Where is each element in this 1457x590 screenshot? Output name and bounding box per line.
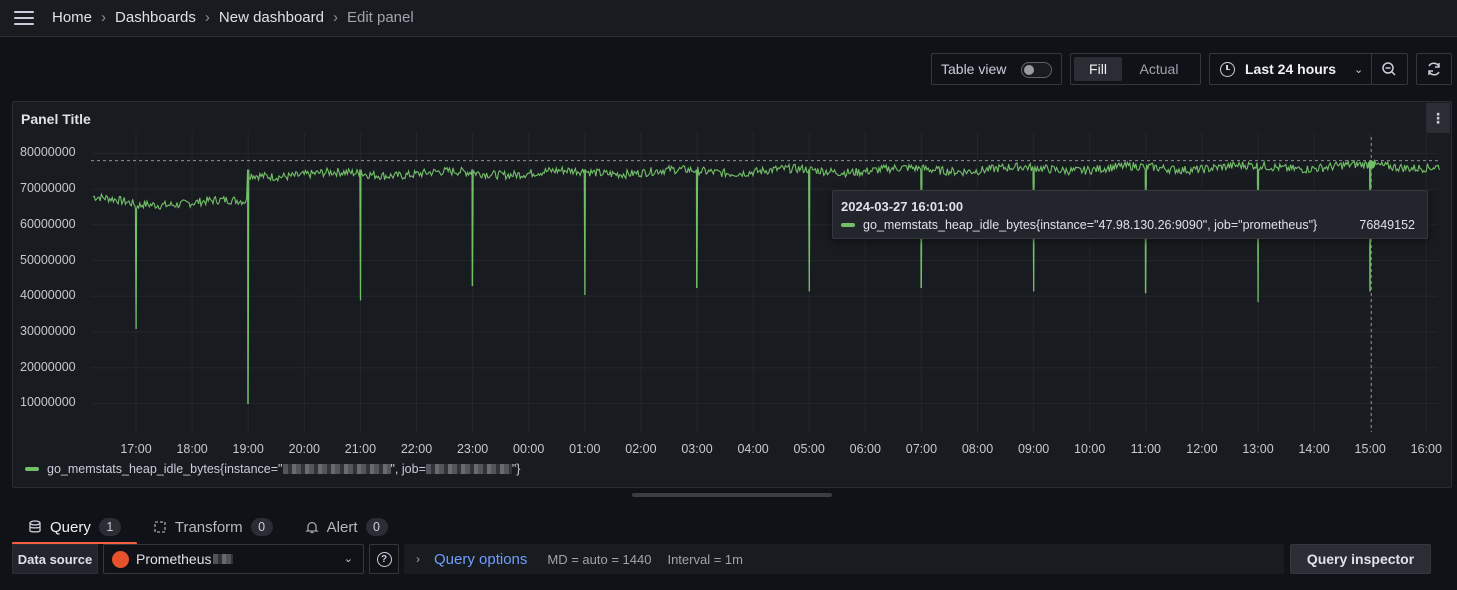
chevron-right-icon: ›: [101, 9, 107, 26]
legend-middle: ", job=: [390, 462, 426, 476]
tooltip-row: go_memstats_heap_idle_bytes{instance="47…: [841, 218, 1415, 232]
tab-alert-label: Alert: [326, 518, 358, 536]
query-options-md: MD = auto = 1440: [547, 551, 652, 567]
resize-splitter[interactable]: [632, 493, 832, 497]
redacted-datasource: [213, 554, 234, 564]
chevron-right-icon[interactable]: ›: [416, 552, 420, 566]
chevron-down-icon: ⌄: [343, 553, 353, 565]
table-view-toggle[interactable]: Table view: [931, 53, 1062, 85]
breadcrumb-home[interactable]: Home: [52, 9, 92, 26]
tab-query[interactable]: Query 1: [12, 512, 137, 545]
tab-transform-label: Transform: [174, 518, 243, 536]
tooltip-time: 2024-03-27 16:01:00: [841, 199, 964, 214]
legend-prefix: go_memstats_heap_idle_bytes{instance=": [47, 462, 283, 476]
chart-tooltip: 2024-03-27 16:01:00 go_memstats_heap_idl…: [832, 190, 1428, 239]
redacted-instance: [282, 464, 391, 474]
time-range-picker[interactable]: Last 24 hours ⌄: [1209, 53, 1372, 85]
help-button[interactable]: ?: [369, 544, 399, 574]
tab-transform[interactable]: Transform 0: [137, 512, 289, 542]
data-source-label: Data source: [12, 544, 98, 574]
table-view-label: Table view: [941, 61, 1007, 77]
fill-button[interactable]: Fill: [1074, 57, 1122, 81]
query-bar: Data source Prometheus ⌄ ? › Query optio…: [12, 544, 1452, 590]
query-options-interval: Interval = 1m: [667, 551, 743, 567]
query-inspector-button[interactable]: Query inspector: [1290, 544, 1431, 574]
query-options-row[interactable]: › Query options MD = auto = 1440 Interva…: [404, 544, 1284, 574]
data-source-value: Prometheus: [136, 551, 212, 567]
chevron-down-icon: ⌄: [1354, 63, 1364, 76]
chevron-right-icon: ›: [332, 9, 338, 26]
tab-alert-count: 0: [365, 518, 388, 536]
tab-alert[interactable]: Alert 0: [289, 512, 404, 542]
fill-actual-radio-group: Fill Actual: [1070, 53, 1201, 85]
tooltip-value: 76849152: [1359, 218, 1415, 232]
tab-transform-count: 0: [250, 518, 273, 536]
tab-query-count: 1: [98, 518, 121, 536]
zoom-out-button[interactable]: [1371, 53, 1408, 85]
menu-icon[interactable]: [14, 11, 34, 25]
tab-query-label: Query: [50, 518, 91, 536]
tooltip-series-label: go_memstats_heap_idle_bytes{instance="47…: [863, 218, 1318, 232]
editor-tabs: Query 1 Transform 0 Alert 0: [12, 512, 404, 545]
breadcrumb-new-dashboard[interactable]: New dashboard: [219, 9, 324, 26]
database-icon: [28, 520, 42, 534]
timeseries-panel: Panel Title ⋮ 80000000 70000000 60000000 50…: [12, 101, 1452, 488]
prometheus-logo-icon: [112, 550, 129, 568]
breadcrumb-edit-panel: Edit panel: [346, 9, 414, 26]
actual-button[interactable]: Actual: [1122, 57, 1196, 81]
breadcrumb-dashboards[interactable]: Dashboards: [115, 9, 196, 26]
zoom-out-icon: [1382, 62, 1396, 76]
breadcrumb: Home › Dashboards › New dashboard › Edit…: [52, 9, 414, 26]
legend-suffix: "}: [511, 462, 521, 476]
bell-icon: [305, 520, 319, 534]
redacted-job: [425, 464, 512, 474]
chevron-right-icon: ›: [204, 9, 210, 26]
question-icon: ?: [376, 551, 392, 567]
chart-plot[interactable]: [13, 102, 1453, 489]
top-navbar: Home › Dashboards › New dashboard › Edit…: [0, 0, 1457, 37]
refresh-icon: [1428, 62, 1440, 76]
legend-color-swatch: [25, 467, 39, 471]
query-options-title[interactable]: Query options: [434, 551, 527, 568]
clock-icon: [1220, 61, 1235, 77]
toggle-switch[interactable]: [1021, 62, 1052, 78]
tooltip-color-swatch: [841, 223, 855, 227]
refresh-button[interactable]: [1416, 53, 1452, 85]
data-source-picker[interactable]: Prometheus ⌄: [103, 544, 364, 574]
cursor-point: [1367, 160, 1376, 169]
transform-icon: [153, 520, 167, 534]
legend-item[interactable]: go_memstats_heap_idle_bytes{instance=" "…: [25, 462, 521, 476]
time-range-label: Last 24 hours: [1245, 61, 1337, 77]
